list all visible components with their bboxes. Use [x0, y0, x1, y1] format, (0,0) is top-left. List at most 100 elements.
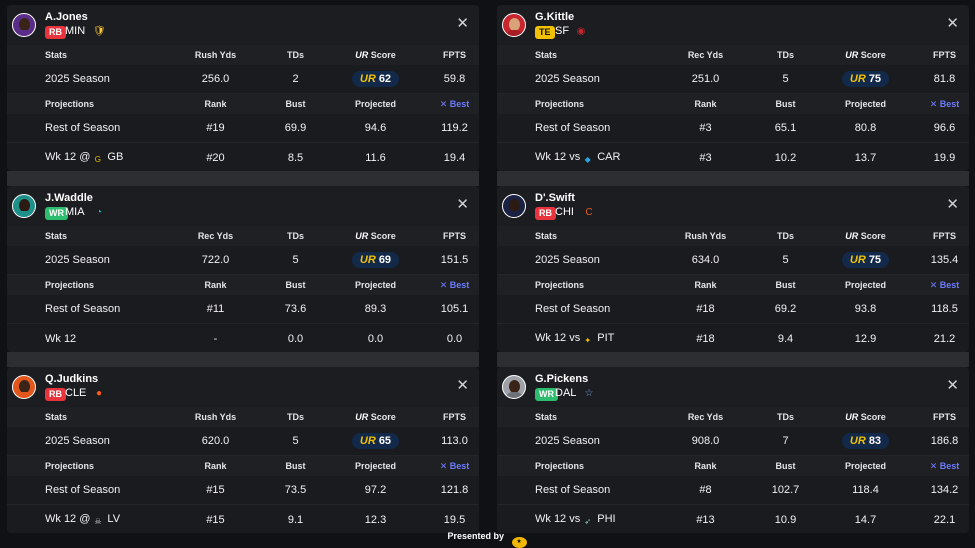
week-label: Wk 12 @ ☠ LV [45, 512, 121, 526]
season-row: 2025 Season 722.0 5 UR 69 151.5 [7, 246, 479, 275]
bust-col-header: Bust [285, 99, 306, 109]
ur-score-pill[interactable]: UR 69 [351, 252, 400, 268]
ros-label: Rest of Season [45, 303, 121, 315]
ros-bust: 73.6 [284, 303, 307, 315]
stats-header-row: Stats Rec Yds TDs UR Score FPTS [497, 45, 969, 65]
season-tds: 2 [292, 73, 299, 85]
ur-logo-icon: UR [845, 50, 859, 60]
projected-col-header: Projected [844, 461, 886, 471]
week-bust: 10.9 [774, 513, 797, 526]
week-label: Wk 12 vs ✦ PIT [535, 331, 615, 345]
position-badge: RB [535, 207, 556, 220]
projections-col-header: Projections [535, 99, 585, 109]
ur-score-pill[interactable]: UR 75 [841, 71, 890, 87]
ros-bust: 73.5 [284, 484, 307, 496]
raiders-logo-icon: ☠ [94, 516, 102, 526]
fpts-col-header: FPTS [932, 231, 956, 241]
bust-col-header: Bust [285, 461, 306, 471]
projections-header-row: Projections Rank Bust Projected ✕ Best [497, 94, 969, 114]
week-bust: 10.2 [774, 151, 797, 164]
player-avatar [12, 194, 36, 218]
season-fpts: 59.8 [443, 73, 466, 85]
team-abbr: CHI [555, 206, 574, 218]
player-name: G.Pickens [535, 373, 589, 385]
week-row: Wk 12 - 0.0 0.0 0.0 [7, 324, 479, 352]
ur-logo-icon: UR [849, 254, 866, 266]
season-yards: 251.0 [691, 73, 720, 85]
ros-bust: 69.9 [284, 122, 307, 134]
team-abbr: MIN [65, 25, 86, 37]
team-abbr: SF [555, 25, 570, 37]
rank-col-header: Rank [204, 461, 227, 471]
week-bust: 9.1 [287, 513, 304, 526]
week-rank: #13 [696, 513, 715, 526]
sparkle-icon: ✕ [929, 460, 938, 471]
browns-helmet-icon: ● [95, 388, 103, 399]
season-fpts: 81.8 [933, 73, 956, 85]
ur-score-pill[interactable]: UR 83 [841, 433, 890, 449]
fpts-col-header: FPTS [442, 231, 466, 241]
projections-header-row: Projections Rank Bust Projected ✕ Best [7, 456, 479, 476]
best-col-header: ✕ Best [929, 460, 960, 471]
player-card: J.Waddle WR MIA ◔ ✕ Stats Rec Yds TDs UR… [7, 186, 479, 352]
tds-col-header: TDs [286, 231, 304, 241]
week-row: Wk 12 @ ☠ LV #15 9.1 12.3 19.5 [7, 505, 479, 533]
projected-col-header: Projected [844, 280, 886, 290]
score-col-header: UR Score [355, 50, 396, 60]
season-label: 2025 Season [535, 254, 600, 266]
bust-col-header: Bust [775, 461, 796, 471]
rank-col-header: Rank [694, 280, 717, 290]
player-name: D'.Swift [535, 192, 575, 204]
close-icon[interactable]: ✕ [946, 378, 959, 393]
player-header: J.Waddle WR MIA ◔ ✕ [7, 186, 479, 226]
team-abbr: MIA [65, 206, 85, 218]
panthers-logo-icon: ◆ [584, 154, 591, 164]
bust-col-header: Bust [285, 280, 306, 290]
score-col-header: UR Score [845, 50, 886, 60]
dolphins-logo-icon: ◔ [95, 207, 103, 218]
week-projected: 11.6 [365, 151, 386, 164]
season-row: 2025 Season 620.0 5 UR 65 113.0 [7, 427, 479, 456]
close-icon[interactable]: ✕ [946, 197, 959, 212]
ur-logo-icon: UR [359, 254, 376, 266]
season-tds: 5 [782, 254, 789, 266]
projections-col-header: Projections [45, 99, 95, 109]
ur-score-pill[interactable]: UR 62 [351, 71, 400, 87]
ur-logo-icon: UR [849, 73, 866, 85]
close-icon[interactable]: ✕ [946, 16, 959, 31]
player-name: A.Jones [45, 11, 88, 23]
player-card: G.Pickens WR DAL ☆ ✕ Stats Rec Yds TDs U… [497, 367, 969, 533]
stats-col-header: Stats [535, 412, 558, 422]
ur-logo-icon: UR [359, 73, 376, 85]
season-fpts: 113.0 [441, 435, 468, 447]
yards-col-header: Rec Yds [687, 412, 724, 422]
close-icon[interactable]: ✕ [456, 378, 469, 393]
ros-projected: 97.2 [364, 484, 387, 496]
player-header: D'.Swift RB CHI C ✕ [497, 186, 969, 226]
close-icon[interactable]: ✕ [456, 197, 469, 212]
best-col-header: ✕ Best [929, 279, 960, 290]
position-badge: TE [535, 26, 555, 39]
ros-projected: 118.4 [852, 484, 879, 496]
close-icon[interactable]: ✕ [456, 16, 469, 31]
ros-best: 118.5 [931, 303, 958, 315]
ros-rank: #3 [699, 122, 712, 134]
best-col-header: ✕ Best [439, 279, 470, 290]
ros-rank: #15 [206, 484, 225, 496]
ur-score-pill[interactable]: UR 65 [351, 433, 400, 449]
ur-logo-icon: UR [845, 412, 859, 422]
yards-col-header: Rush Yds [194, 412, 237, 422]
card-separator [7, 171, 479, 186]
stats-col-header: Stats [45, 231, 68, 241]
tds-col-header: TDs [776, 412, 794, 422]
week-best: 19.4 [443, 151, 466, 164]
sponsor-footer: Presented by ★ [0, 531, 975, 548]
week-row: Wk 12 vs ➶ PHI #13 10.9 14.7 22.1 [497, 505, 969, 533]
ros-rank: #8 [699, 484, 712, 496]
ros-projected: 94.6 [364, 122, 387, 134]
ur-score-pill[interactable]: UR 75 [841, 252, 890, 268]
ros-best: 121.8 [440, 484, 469, 496]
week-row: Wk 12 vs ✦ PIT #18 9.4 12.9 21.2 [497, 324, 969, 352]
ros-label: Rest of Season [45, 484, 121, 496]
season-label: 2025 Season [45, 254, 110, 266]
